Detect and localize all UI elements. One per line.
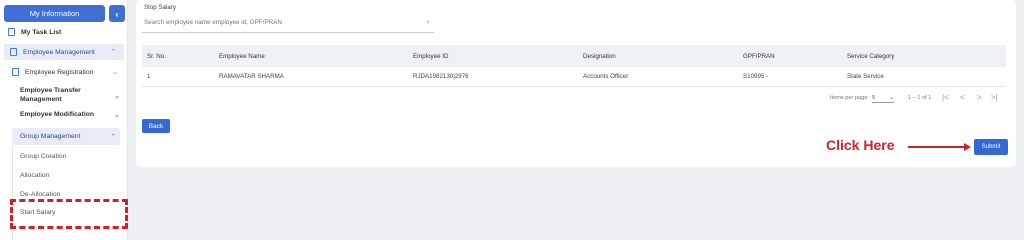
search-input[interactable] [144,19,414,26]
cell-employee-name: RAMAVATAR SHARMA [219,73,284,80]
annotation-arrow-head [964,143,971,151]
table-header: Sr. No. Employee Name Employee ID Design… [142,45,1006,67]
cell-sr-no: 1 [147,73,151,80]
sidebar-item-employee-modification[interactable]: Employee Modification ⌄ [20,111,120,119]
collapse-sidebar-button[interactable]: ‹ [109,5,125,22]
sidebar-item-de-allocation[interactable]: De-Allocation [20,191,60,198]
first-page-icon[interactable]: |< [942,93,949,102]
previous-page-icon[interactable]: < [960,93,965,102]
sidebar-item-employee-transfer[interactable]: Employee Transfer Management ⌄ [20,86,120,104]
employee-management-icon [10,48,17,56]
employee-table: Sr. No. Employee Name Employee ID Design… [142,45,1006,87]
last-page-icon[interactable]: >| [991,93,998,102]
cell-service-category: State Service [847,73,884,80]
sidebar-item-label: Employee Registration [25,68,94,76]
sidebar-item-allocation[interactable]: Allocation [20,172,49,179]
click-here-annotation: Click Here [826,137,895,153]
sidebar-item-label: Employee Modification [20,111,95,118]
cell-gpf-pran: S10995 - [743,73,769,80]
chevron-down-icon: ⌄ [114,111,120,119]
column-header-designation: Designation [583,52,616,60]
chevron-down-icon: ⌄ [114,93,120,100]
stop-salary-card: Stop Salary ⌕ Sr. No. Employee Name Empl… [136,0,1016,167]
sidebar-item-label: Employee Transfer Management [20,87,81,103]
column-header-employee-id: Employee ID [413,52,449,60]
cell-employee-id: RJDA1982130|2976 [413,73,469,80]
sidebar-item-employee-registration[interactable]: Employee Registration ⌄ [12,68,124,76]
highlight-box [10,199,128,229]
next-page-icon[interactable]: > [977,93,982,102]
cell-designation: Accounts Officer [583,73,629,80]
column-header-gpf-pran: GPF/PRAN [743,52,775,60]
sidebar-item-group-creation[interactable]: Group Creation [20,153,66,160]
column-header-employee-name: Employee Name [219,52,265,60]
task-list-icon [8,28,15,36]
sidebar-item-group-management[interactable]: Group Management ⌃ [12,128,120,145]
annotation-arrow-line [908,146,966,148]
table-row[interactable]: 1 RAMAVATAR SHARMA RJDA1982130|2976 Acco… [142,67,1006,87]
sidebar-item-label: Group Management [20,133,81,140]
items-per-page-label: Items per page: [830,95,869,101]
column-header-sr-no: Sr. No. [147,52,166,60]
my-information-button[interactable]: My Information [4,5,105,22]
search-icon[interactable]: ⌕ [426,19,430,27]
submit-button[interactable]: Submit [974,139,1008,155]
sidebar-item-label: Employee Management [23,48,95,56]
back-button[interactable]: Back [142,119,170,133]
sidebar-item-my-task-list[interactable]: My Task List [8,28,61,36]
search-bar: ⌕ [142,13,434,33]
sidebar-item-employee-management[interactable]: Employee Management ⌃ [4,44,124,60]
sidebar: My Information ‹ My Task List Employee M… [0,0,128,240]
chevron-up-icon: ⌃ [110,49,116,56]
page-title: Stop Salary [144,4,176,11]
chevron-down-icon: ⌄ [112,69,118,76]
items-per-page-value: 5 [872,94,876,101]
chevron-up-icon: ⌃ [110,133,116,141]
sidebar-item-label: My Task List [21,28,62,36]
employee-registration-icon [12,68,19,76]
pagination-range: 1 – 1 of 1 [908,95,932,101]
column-header-service-category: Service Category [847,52,895,60]
items-per-page-select[interactable]: 5 ⌄ [872,93,894,103]
chevron-down-icon: ⌄ [889,94,894,101]
